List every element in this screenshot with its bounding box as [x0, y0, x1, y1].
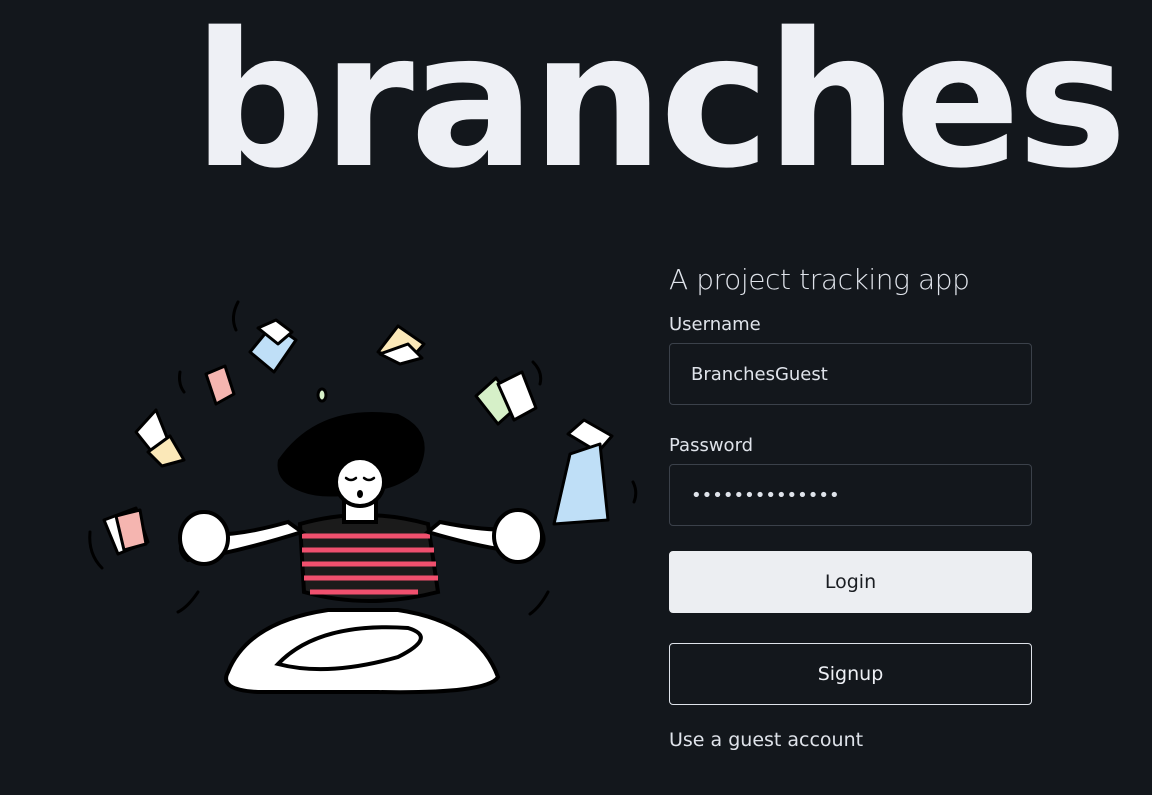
password-label: Password — [669, 435, 754, 456]
signup-button[interactable]: Signup — [669, 643, 1032, 705]
password-input[interactable] — [669, 464, 1032, 526]
guest-account-link[interactable]: Use a guest account — [669, 729, 863, 751]
login-button[interactable]: Login — [669, 551, 1032, 613]
branches-logo: branches — [193, 0, 1127, 209]
login-page: branches A project tracking app Username… — [0, 0, 1152, 795]
auth-panel: A project tracking app Username Password… — [669, 262, 1032, 751]
app-tagline: A project tracking app — [669, 263, 970, 296]
username-input[interactable] — [669, 343, 1032, 405]
meditating-person-illustration — [88, 300, 638, 695]
username-label: Username — [669, 314, 761, 335]
